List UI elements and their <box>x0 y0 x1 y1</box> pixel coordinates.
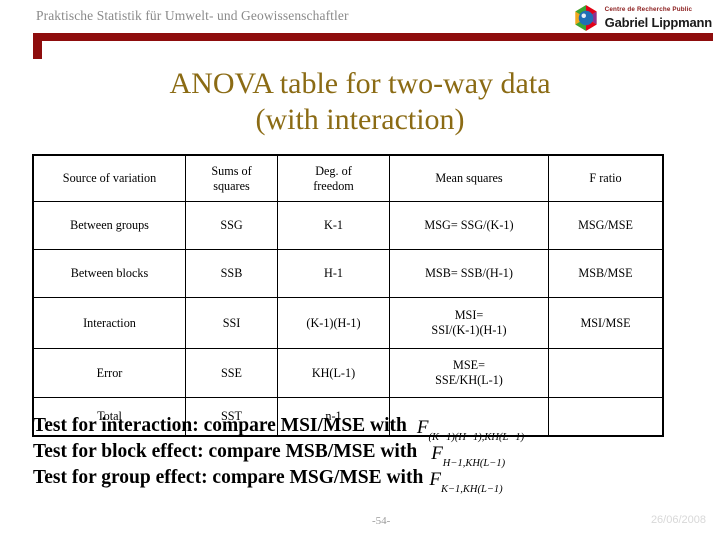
formula-subscript: H−1,KH(L−1) <box>442 458 506 470</box>
cell-ms: MSE= SSE/KH(L-1) <box>389 348 549 398</box>
test-line-interaction: Test for interaction: compare MSI/MSE wi… <box>33 415 693 444</box>
cell-ss: SSI <box>185 297 278 349</box>
cell-df: KH(L-1) <box>277 348 390 398</box>
cell-source: Interaction <box>33 297 186 349</box>
course-title-header: Praktische Statistik für Umwelt- und Geo… <box>36 8 349 23</box>
cell-ms-line1: MSB= SSB/(H-1) <box>425 266 513 280</box>
table-row: Interaction SSI (K-1)(H-1) MSI= SSI/(K-1… <box>33 297 663 349</box>
cell-source: Error <box>33 348 186 398</box>
cell-f: MSG/MSE <box>548 201 663 250</box>
logo-wordmark: Centre de Recherche Public Gabriel Lippm… <box>604 6 713 30</box>
formula-symbol: F <box>416 417 429 438</box>
test-line-group-effect: Test for group effect: compare MSG/MSE w… <box>33 467 693 496</box>
cell-ss: SSB <box>185 249 278 298</box>
organization-logo: Centre de Recherche Public Gabriel Lippm… <box>572 3 712 33</box>
cell-source: Between groups <box>33 201 186 250</box>
column-header-f-ratio: F ratio <box>548 155 663 202</box>
slide-title: ANOVA table for two-way data (with inter… <box>40 66 680 138</box>
column-header-mean-squares: Mean squares <box>389 155 549 202</box>
formula-interaction: F(K−1)(H−1),KH(L−1) <box>416 417 525 444</box>
cell-ms-line1: MSG= SSG/(K-1) <box>424 218 514 232</box>
cell-f: MSB/MSE <box>548 249 663 298</box>
test-text-group-effect: Test for group effect: compare MSG/MSE w… <box>33 467 424 488</box>
cell-df: (K-1)(H-1) <box>277 297 390 349</box>
formula-subscript: K−1,KH(L−1) <box>440 484 503 496</box>
column-header-source: Source of variation <box>33 155 186 202</box>
formula-symbol: F <box>431 443 443 464</box>
slide-date: 26/06/2008 <box>650 514 706 526</box>
cell-ms-line1: MSE= <box>453 358 485 372</box>
cell-ms: MSG= SSG/(K-1) <box>389 201 549 250</box>
table-row: Between groups SSG K-1 MSG= SSG/(K-1) MS… <box>33 201 663 250</box>
accent-bar-vertical <box>33 33 42 59</box>
table-row: Error SSE KH(L-1) MSE= SSE/KH(L-1) <box>33 348 663 398</box>
page-number: -54- <box>372 515 391 527</box>
formula-group-effect: FK−1,KH(L−1) <box>429 469 503 496</box>
formula-block-effect: FH−1,KH(L−1) <box>431 443 506 470</box>
cell-source: Between blocks <box>33 249 186 298</box>
slide-header: Praktische Statistik für Umwelt- und Geo… <box>0 0 720 33</box>
test-text-block-effect: Test for block effect: compare MSB/MSE w… <box>33 441 418 462</box>
formula-subscript: (K−1)(H−1),KH(L−1) <box>428 432 525 444</box>
logo-name: Gabriel Lippmann <box>604 14 713 30</box>
column-header-ss-line2: squares <box>213 178 250 193</box>
test-line-block-effect: Test for block effect: compare MSB/MSE w… <box>33 441 693 470</box>
hexagon-sphere-logo-icon <box>575 5 597 31</box>
slide-title-line-1: ANOVA table for two-way data <box>169 67 551 100</box>
column-header-df-line2: freedom <box>313 178 354 193</box>
column-header-sums-of-squares: Sums of squares <box>185 155 278 202</box>
cell-f <box>548 348 663 398</box>
table-header-row: Source of variation Sums of squares Deg.… <box>33 155 663 202</box>
test-text-interaction: Test for interaction: compare MSI/MSE wi… <box>33 415 407 436</box>
cell-f: MSI/MSE <box>548 297 663 349</box>
cell-ms-line2: SSI/(K-1)(H-1) <box>431 323 507 337</box>
logo-subtitle: Centre de Recherche Public <box>604 6 693 14</box>
column-header-df-line1: Deg. of <box>315 163 352 178</box>
anova-table: Source of variation Sums of squares Deg.… <box>32 154 664 437</box>
cell-ms: MSI= SSI/(K-1)(H-1) <box>389 297 549 349</box>
formula-symbol: F <box>429 469 441 490</box>
table-row: Between blocks SSB H-1 MSB= SSB/(H-1) MS… <box>33 249 663 298</box>
cell-df: K-1 <box>277 201 390 250</box>
slide-title-line-2: (with interaction) <box>255 103 465 136</box>
cell-ss: SSE <box>185 348 278 398</box>
accent-bar-horizontal <box>33 33 713 41</box>
cell-df: H-1 <box>277 249 390 298</box>
column-header-degrees-of-freedom: Deg. of freedom <box>277 155 390 202</box>
column-header-ss-line1: Sums of <box>211 163 252 178</box>
test-statements: Test for interaction: compare MSI/MSE wi… <box>33 415 693 496</box>
cell-ms-line1: MSI= <box>454 308 484 322</box>
cell-ss: SSG <box>185 201 278 250</box>
cell-ms-line2: SSE/KH(L-1) <box>435 373 503 387</box>
cell-ms: MSB= SSB/(H-1) <box>389 249 549 298</box>
